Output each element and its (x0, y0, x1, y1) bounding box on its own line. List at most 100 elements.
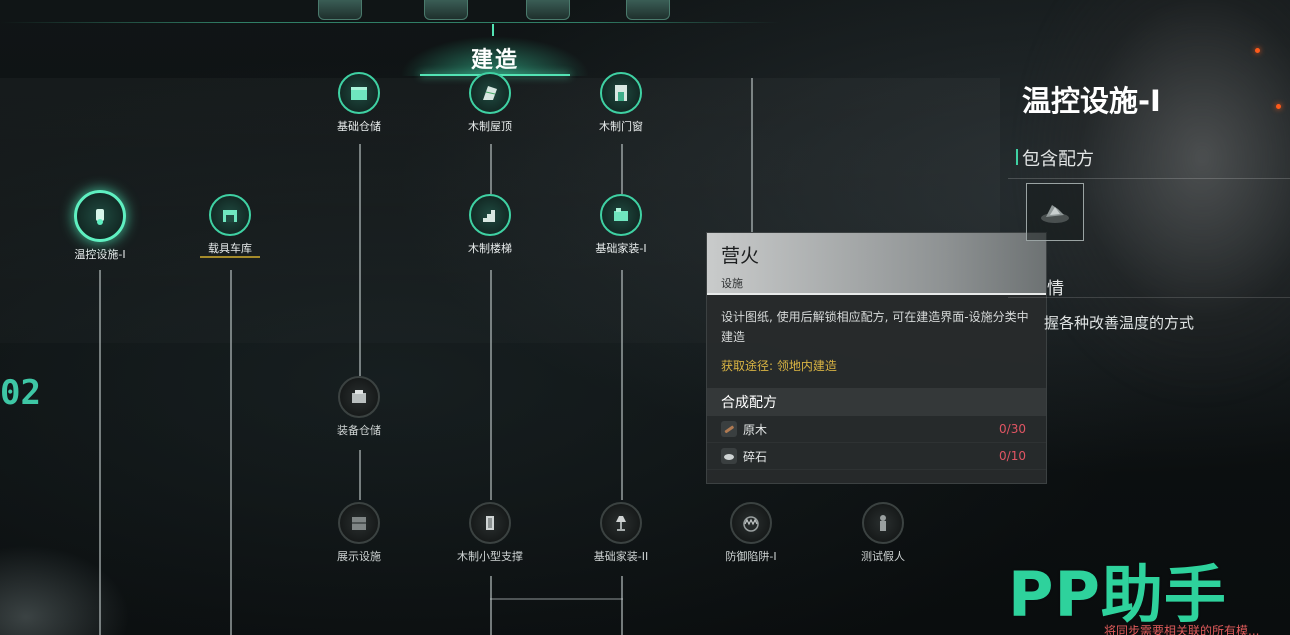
material-row: 碎石 0/10 (707, 443, 1046, 470)
node-test-dummy[interactable]: 测试假人 (828, 502, 938, 564)
node-icon (209, 194, 251, 236)
node-wood-door-window[interactable]: 木制门窗 (566, 72, 676, 134)
log-icon (721, 421, 737, 437)
node-label: 装备仓储 (337, 424, 381, 437)
furniture-icon (614, 208, 628, 221)
support-pillar-icon (486, 516, 494, 530)
tab-build[interactable]: 建造 (400, 24, 590, 76)
garage-icon (223, 210, 237, 222)
node-label: 基础家装-II (593, 550, 649, 563)
node-wood-roof[interactable]: 木制屋顶 (435, 72, 545, 134)
tooltip-description: 设计图纸, 使用后解锁相应配方, 可在建造界面-设施分类中建造 (721, 310, 1029, 344)
material-name: 原木 (743, 422, 768, 437)
node-icon (469, 72, 511, 114)
node-label: 载具车库 (208, 242, 252, 255)
node-label: 木制屋顶 (468, 120, 512, 133)
node-icon (730, 502, 772, 544)
lantern-icon (96, 209, 104, 225)
node-vehicle-garage[interactable]: 载具车库 (175, 194, 285, 258)
tooltip-type: 设施 (721, 277, 743, 290)
item-tooltip: 营火 设施 设计图纸, 使用后解锁相应配方, 可在建造界面-设施分类中建造 获取… (706, 232, 1047, 484)
material-count: 0/10 (999, 449, 1026, 463)
tree-connector (490, 144, 492, 194)
category-tab-icon[interactable] (626, 0, 670, 20)
details-label: 情 (1047, 279, 1064, 299)
tree-connector (230, 270, 232, 635)
dust-effect (0, 545, 130, 635)
recipe-header: 合成配方 (707, 388, 1046, 416)
node-defense-trap[interactable]: 防御陷阱-I (696, 502, 806, 564)
detail-description: 握各种改善温度的方式 (1044, 314, 1195, 332)
watermark: PP助手 (1008, 558, 1227, 631)
tree-connector (621, 144, 623, 194)
node-underline (200, 256, 260, 258)
node-icon (74, 190, 126, 242)
bear-trap-icon (743, 516, 759, 532)
material-name: 碎石 (743, 449, 768, 464)
dummy-icon (880, 515, 886, 531)
tree-connector (490, 598, 623, 600)
node-basic-storage[interactable]: 基础仓储 (304, 72, 414, 134)
tree-connector (490, 270, 492, 500)
node-icon (338, 72, 380, 114)
creature-eye (1276, 104, 1281, 109)
category-tab-icon[interactable] (526, 0, 570, 20)
detail-divider (1008, 178, 1290, 179)
node-icon (469, 194, 511, 236)
section-marker (1016, 149, 1018, 165)
node-icon (338, 502, 380, 544)
tree-connector (621, 576, 623, 635)
contains-recipes-label: 包含配方 (1022, 149, 1094, 170)
node-icon (600, 194, 642, 236)
node-display-facility[interactable]: 展示设施 (304, 502, 414, 564)
lamp-icon (616, 516, 626, 531)
node-basic-furnishing-2[interactable]: 基础家装-II (566, 502, 676, 564)
crate-icon (351, 87, 367, 100)
category-tab-icon[interactable] (424, 0, 468, 20)
node-wood-small-support[interactable]: 木制小型支撑 (435, 502, 545, 564)
tree-connector (359, 450, 361, 500)
gravel-icon (721, 448, 737, 464)
tree-connector (359, 144, 361, 376)
tooltip-header: 营火 设施 (707, 233, 1046, 295)
tooltip-title: 营火 (721, 245, 760, 267)
top-divider (0, 22, 780, 23)
footnote: 将同步需要相关联的所有模... (1104, 624, 1260, 635)
door-icon (615, 85, 627, 101)
tree-connector (621, 270, 623, 500)
node-label: 测试假人 (861, 550, 905, 563)
node-equipment-storage[interactable]: 装备仓储 (304, 376, 414, 438)
tier-label: 02 (0, 373, 41, 413)
node-basic-furnishing-1[interactable]: 基础家装-I (566, 194, 676, 256)
material-row: 原木 0/30 (707, 416, 1046, 443)
tree-connector (751, 78, 753, 233)
stairs-icon (483, 210, 495, 222)
node-label: 木制小型支撑 (457, 550, 523, 563)
tree-connector (99, 270, 101, 635)
node-icon (338, 376, 380, 418)
node-temp-control[interactable]: 温控设施-I (45, 190, 155, 262)
node-icon (600, 72, 642, 114)
roof-icon (483, 86, 497, 100)
node-label: 温控设施-I (74, 248, 126, 261)
tooltip-source: 获取途径: 领地内建造 (721, 359, 837, 373)
campfire-icon (1041, 205, 1069, 223)
detail-divider (1008, 297, 1290, 298)
tab-build-label: 建造 (470, 48, 519, 73)
node-label: 防御陷阱-I (725, 550, 777, 563)
material-count: 0/30 (999, 422, 1026, 436)
recipe-slot-campfire[interactable] (1026, 183, 1084, 241)
storage-crate-icon (352, 390, 366, 403)
detail-title: 温控设施-I (1022, 84, 1161, 118)
node-wood-stairs[interactable]: 木制楼梯 (435, 194, 545, 256)
tooltip-header-divider (707, 293, 1046, 295)
creature-eye (1255, 48, 1260, 53)
tab-notch (492, 24, 494, 36)
node-label: 基础仓储 (337, 120, 381, 133)
node-label: 木制楼梯 (468, 242, 512, 255)
node-icon (862, 502, 904, 544)
node-label: 木制门窗 (599, 120, 643, 133)
category-tab-icon[interactable] (318, 0, 362, 20)
node-label: 展示设施 (337, 550, 381, 563)
node-icon (469, 502, 511, 544)
